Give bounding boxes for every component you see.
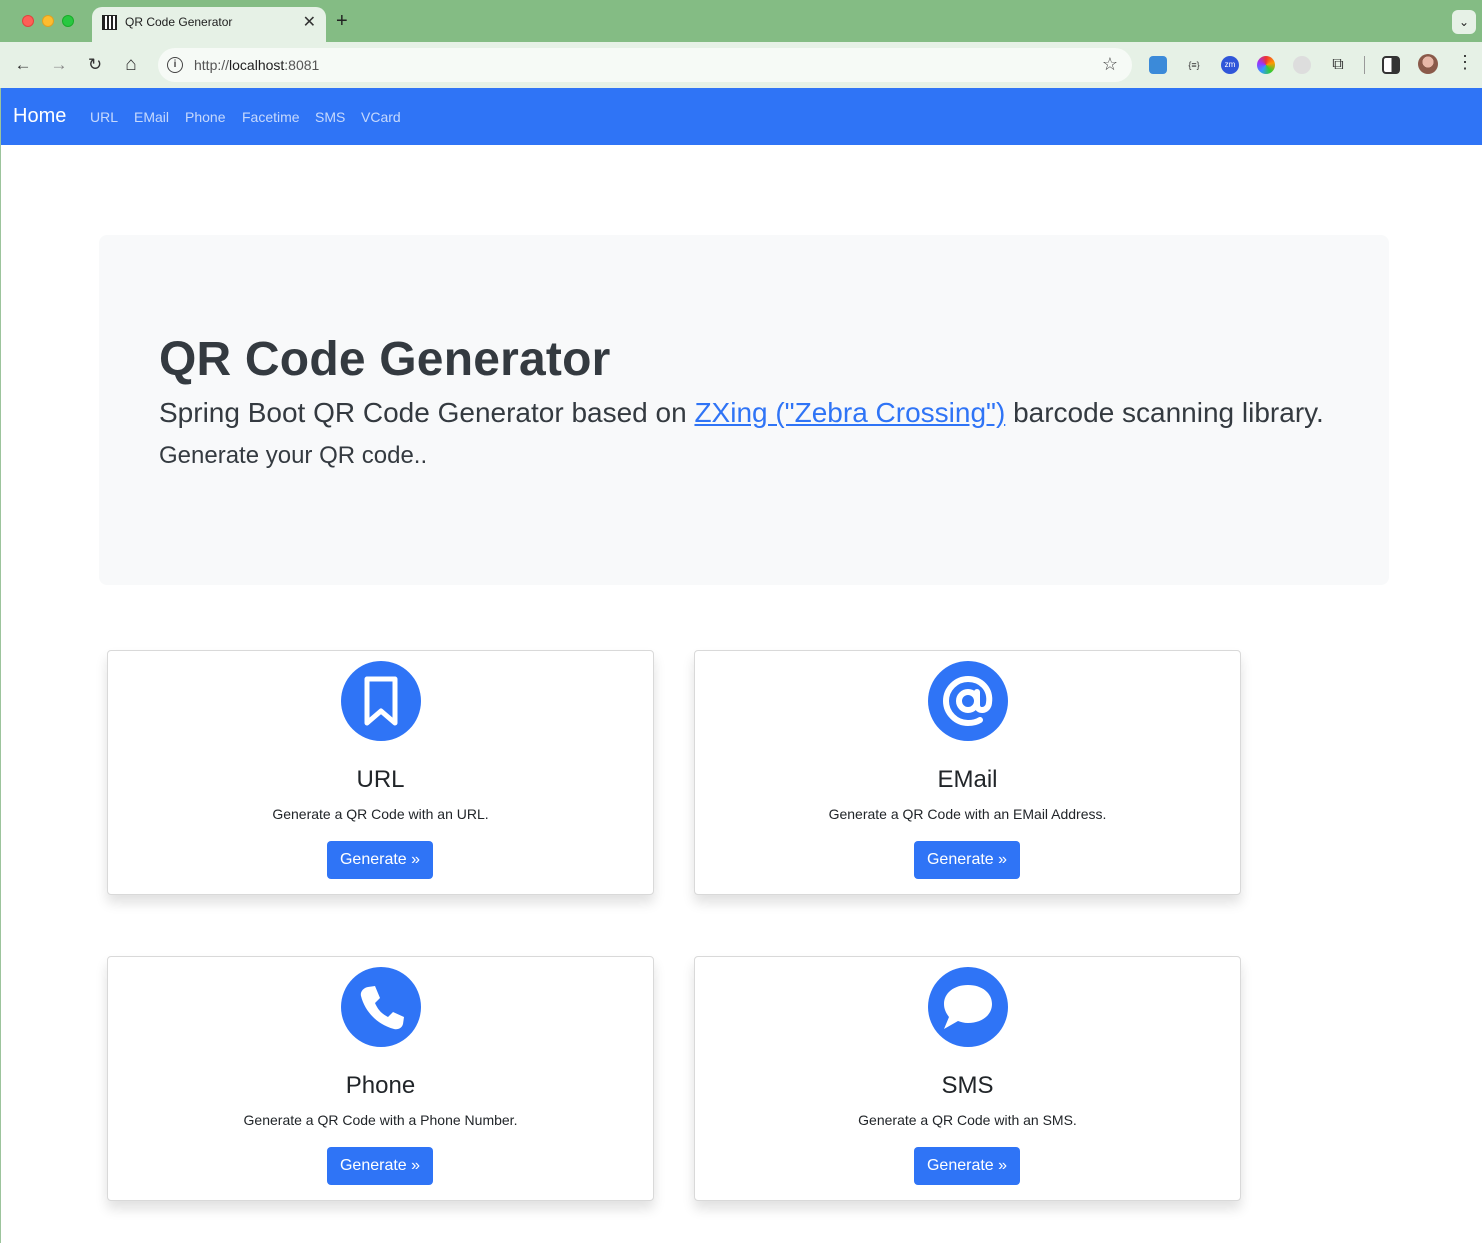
- hero-jumbotron: QR Code Generator Spring Boot QR Code Ge…: [99, 235, 1389, 585]
- new-tab-button[interactable]: +: [336, 9, 348, 33]
- nav-link-email[interactable]: EMail: [134, 109, 169, 125]
- generate-sms-button[interactable]: Generate »: [914, 1147, 1020, 1185]
- address-bar[interactable]: i http://localhost:8081 ☆: [158, 48, 1132, 82]
- nav-link-facetime[interactable]: Facetime: [242, 109, 300, 125]
- page-title: QR Code Generator: [159, 333, 611, 386]
- minimize-window-button[interactable]: [42, 15, 54, 27]
- tab-title: QR Code Generator: [125, 15, 233, 29]
- toolbar-separator: [1364, 56, 1365, 74]
- extension-color-picker-icon[interactable]: [1257, 56, 1275, 74]
- site-info-icon[interactable]: i: [167, 57, 183, 73]
- nav-link-url[interactable]: URL: [90, 109, 118, 125]
- card-title: URL: [356, 766, 405, 793]
- generate-email-button[interactable]: Generate »: [914, 841, 1020, 879]
- browser-tab[interactable]: QR Code Generator ✕: [92, 7, 326, 42]
- bookmark-star-icon[interactable]: ☆: [1102, 54, 1118, 75]
- side-panel-icon[interactable]: [1382, 56, 1400, 74]
- chat-bubble-icon: [928, 967, 1008, 1047]
- generate-phone-button[interactable]: Generate »: [327, 1147, 433, 1185]
- generate-url-button[interactable]: Generate »: [327, 841, 433, 879]
- card-title: Phone: [345, 1072, 416, 1099]
- site-navbar: Home URL EMail Phone Facetime SMS VCard: [1, 88, 1482, 145]
- hero-lead: Spring Boot QR Code Generator based on Z…: [159, 397, 1324, 428]
- extension-json-icon[interactable]: {≡}: [1185, 56, 1203, 74]
- bookmark-icon: [341, 661, 421, 741]
- phone-icon: [341, 967, 421, 1047]
- reload-button[interactable]: ↻: [83, 53, 107, 77]
- nav-link-sms[interactable]: SMS: [315, 109, 345, 125]
- tab-search-button[interactable]: ⌄: [1452, 10, 1476, 34]
- card-sms: SMS Generate a QR Code with an SMS. Gene…: [694, 956, 1241, 1201]
- extension-window-icon[interactable]: [1149, 56, 1167, 74]
- card-text: Generate a QR Code with an URL.: [272, 806, 489, 822]
- page-edge: [0, 88, 1, 1243]
- nav-link-phone[interactable]: Phone: [185, 109, 225, 125]
- card-text: Generate a QR Code with an SMS.: [858, 1112, 1077, 1128]
- close-window-button[interactable]: [22, 15, 34, 27]
- profile-avatar[interactable]: [1418, 54, 1438, 74]
- home-button[interactable]: ⌂: [119, 53, 143, 77]
- hero-subtitle: Generate your QR code..: [159, 442, 428, 469]
- nav-link-vcard[interactable]: VCard: [361, 109, 401, 125]
- card-title: SMS: [941, 1072, 994, 1099]
- maximize-window-button[interactable]: [62, 15, 74, 27]
- navbar-brand-home[interactable]: Home: [13, 105, 66, 128]
- browser-menu-icon[interactable]: ⋮: [1456, 52, 1474, 73]
- url-text[interactable]: http://localhost:8081: [194, 57, 319, 73]
- card-text: Generate a QR Code with an EMail Address…: [828, 806, 1107, 822]
- browser-tab-strip: QR Code Generator ✕ + ⌄: [0, 0, 1482, 42]
- card-phone: Phone Generate a QR Code with a Phone Nu…: [107, 956, 654, 1201]
- card-email: EMail Generate a QR Code with an EMail A…: [694, 650, 1241, 895]
- extensions-puzzle-icon[interactable]: ⧉: [1329, 56, 1347, 74]
- qr-favicon-icon: [102, 15, 117, 30]
- card-title: EMail: [937, 766, 998, 793]
- card-url: URL Generate a QR Code with an URL. Gene…: [107, 650, 654, 895]
- card-text: Generate a QR Code with a Phone Number.: [243, 1112, 518, 1128]
- close-tab-icon[interactable]: ✕: [303, 12, 316, 32]
- browser-toolbar: ← → ↻ ⌂ i http://localhost:8081 ☆ {≡} zm…: [0, 42, 1482, 88]
- zxing-link[interactable]: ZXing ("Zebra Crossing"): [694, 397, 1005, 428]
- back-button[interactable]: ←: [11, 53, 35, 77]
- extension-zoom-icon[interactable]: zm: [1221, 56, 1239, 74]
- at-sign-icon: [928, 661, 1008, 741]
- extension-incognito-icon[interactable]: [1293, 56, 1311, 74]
- forward-button[interactable]: →: [47, 53, 71, 77]
